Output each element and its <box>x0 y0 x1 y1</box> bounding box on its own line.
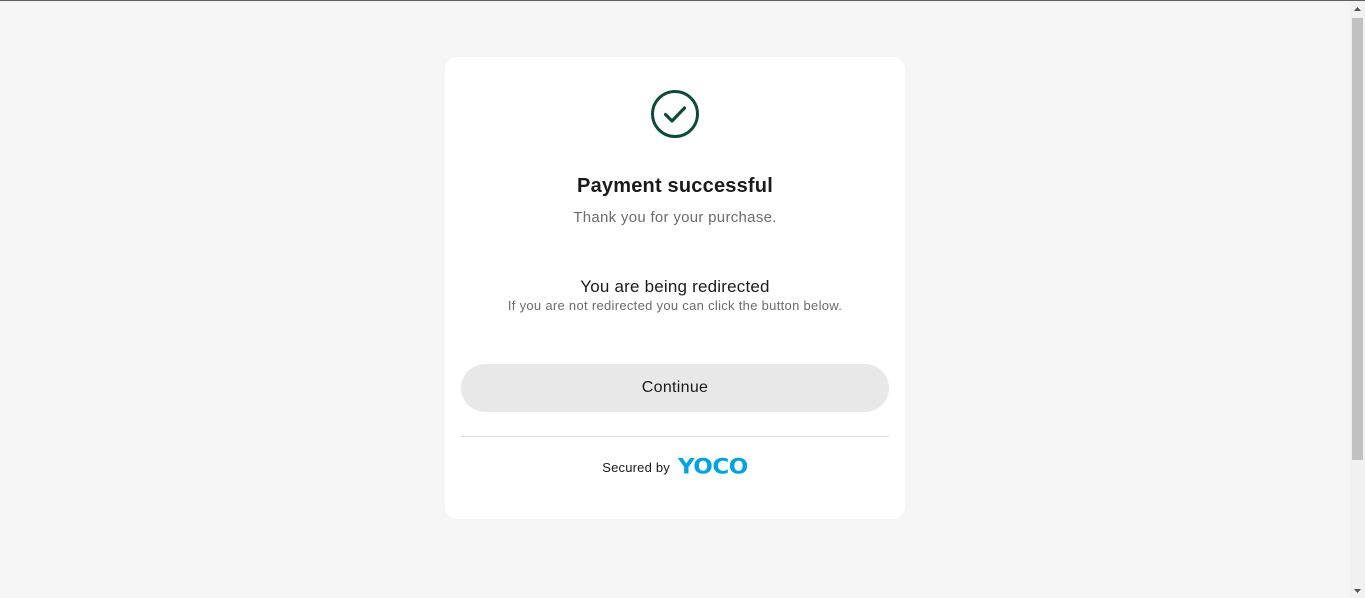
check-circle-icon <box>651 90 699 138</box>
thank-you-message: Thank you for your purchase. <box>573 209 777 226</box>
scroll-up-arrow-icon[interactable] <box>1350 1 1365 16</box>
page: Payment successful Thank you for your pu… <box>0 0 1365 598</box>
page-title: Payment successful <box>577 175 773 197</box>
scroll-down-arrow-icon[interactable] <box>1350 583 1365 598</box>
secured-by-label: Secured by <box>602 459 670 475</box>
divider <box>461 436 889 437</box>
secured-by-footer: Secured by YOCO <box>445 455 905 479</box>
payment-status-card: Payment successful Thank you for your pu… <box>445 57 905 519</box>
scrollbar-thumb[interactable] <box>1352 18 1363 460</box>
redirect-heading: You are being redirected <box>580 277 770 296</box>
redirect-note: If you are not redirected you can click … <box>507 298 843 313</box>
continue-button[interactable]: Continue <box>461 364 889 412</box>
vertical-scrollbar[interactable] <box>1350 1 1365 598</box>
yoco-logo: YOCO <box>677 455 748 479</box>
